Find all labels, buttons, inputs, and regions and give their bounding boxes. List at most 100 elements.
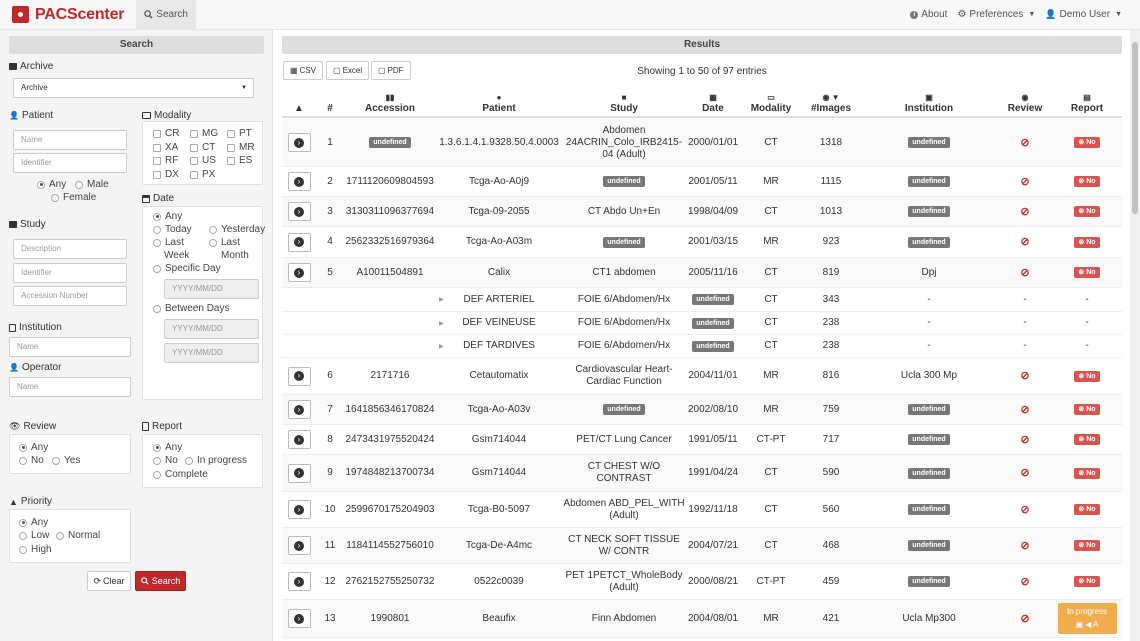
- priority-any-radio[interactable]: Any: [19, 517, 48, 528]
- date-last-month-radio[interactable]: Last: [209, 237, 240, 248]
- modality-mg-checkbox[interactable]: MG: [190, 128, 218, 139]
- date-today-radio[interactable]: Today: [153, 224, 192, 235]
- eye-slash-icon[interactable]: ⊘: [1020, 504, 1029, 516]
- report-no-radio[interactable]: No: [153, 455, 178, 466]
- eye-slash-icon[interactable]: ⊘: [1020, 206, 1029, 218]
- preferences-menu[interactable]: ⚙ Preferences ▼: [957, 9, 1035, 20]
- report-status-badge[interactable]: ⊗ No: [1074, 206, 1100, 217]
- report-column-header[interactable]: ▤ Report: [1052, 84, 1122, 118]
- date-column-header[interactable]: ▦ Date: [686, 84, 740, 118]
- open-study-button[interactable]: ›: [287, 430, 311, 449]
- report-status-badge[interactable]: ⊗ No: [1074, 267, 1100, 278]
- table-row[interactable]: › 13 1990801 Beaufix Finn Abdomen 2004/08/01 M…: [282, 600, 1122, 638]
- user-menu[interactable]: 👤 Demo User ▼: [1045, 9, 1122, 20]
- open-study-button[interactable]: ›: [287, 463, 311, 483]
- open-study-button[interactable]: ›: [287, 400, 311, 419]
- table-row[interactable]: › 3 3130311096377694 Tcga-09-2055 CT Abdo Un…: [282, 197, 1122, 227]
- date-any-radio[interactable]: Any: [153, 211, 182, 222]
- table-row[interactable]: › 5 A10011504891 Calix CT1 abdomen 2005/11/16…: [282, 258, 1122, 288]
- modality-dx-checkbox[interactable]: DX: [153, 169, 179, 180]
- date-yesterday-radio[interactable]: Yesterday: [209, 224, 265, 235]
- open-study-button[interactable]: ›: [287, 133, 311, 152]
- modality-rf-checkbox[interactable]: RF: [153, 155, 178, 166]
- report-status-badge[interactable]: ⊗ No: [1074, 504, 1100, 515]
- page-scrollbar[interactable]: [1130, 30, 1140, 641]
- open-study-button[interactable]: ›: [287, 366, 311, 386]
- open-study-button[interactable]: ›: [287, 202, 311, 221]
- eye-slash-icon[interactable]: ⊘: [1020, 267, 1029, 279]
- modality-column-header[interactable]: ▭ Modality: [740, 84, 802, 118]
- report-status-badge[interactable]: ⊗ No: [1074, 404, 1100, 415]
- modality-cr-checkbox[interactable]: CR: [153, 128, 179, 139]
- review-any-radio[interactable]: Any: [19, 442, 48, 453]
- about-link[interactable]: i About: [910, 9, 947, 20]
- date-last-week-radio[interactable]: Last: [153, 237, 184, 248]
- open-study-button[interactable]: ›: [287, 536, 311, 555]
- report-status-badge[interactable]: ⊗ No: [1074, 370, 1100, 382]
- clear-button[interactable]: ⟳ Clear: [87, 571, 131, 591]
- series-row[interactable]: ▶ DEF VEINEUSE FOIE 6/Abdomen/Hx undefined C…: [282, 312, 1122, 335]
- report-in-progress-radio[interactable]: In progress: [185, 455, 247, 466]
- patient-identifier-input[interactable]: Identifier: [13, 153, 127, 173]
- report-any-radio[interactable]: Any: [153, 442, 182, 453]
- priority-high-radio[interactable]: High: [19, 544, 52, 555]
- between-end-input[interactable]: YYYY/MM/DD: [164, 343, 259, 363]
- modality-es-checkbox[interactable]: ES: [227, 155, 252, 166]
- table-row[interactable]: › 7 1641856346170824 Tcga-Ao-A03v undefined 2…: [282, 395, 1122, 425]
- table-row[interactable]: › 11 1184114552756010 Tcga-De-A4mc CT NECK S…: [282, 528, 1122, 564]
- review-yes-radio[interactable]: Yes: [52, 455, 80, 466]
- archive-select[interactable]: Archive ▼: [13, 78, 254, 98]
- report-status-badge[interactable]: ⊗ No: [1074, 236, 1100, 248]
- sex-any-radio[interactable]: Any: [37, 179, 66, 190]
- date-between-radio[interactable]: Between Days: [153, 303, 229, 314]
- priority-low-radio[interactable]: Low: [19, 530, 49, 541]
- table-row[interactable]: › 4 2562332516979364 Tcga-Ao-A03m undefined 2…: [282, 227, 1122, 258]
- between-start-input[interactable]: YYYY/MM/DD: [164, 319, 259, 339]
- series-row[interactable]: ▶ DEF TARDIVES FOIE 6/Abdomen/Hx undefined C…: [282, 335, 1122, 358]
- eye-slash-icon[interactable]: ⊘: [1020, 236, 1029, 248]
- open-study-button[interactable]: ›: [287, 500, 311, 519]
- priority-normal-radio[interactable]: Normal: [56, 530, 100, 541]
- eye-slash-icon[interactable]: ⊘: [1020, 434, 1029, 446]
- eye-slash-icon[interactable]: ⊘: [1020, 176, 1029, 188]
- study-description-input[interactable]: Description: [13, 239, 127, 259]
- open-study-button[interactable]: ›: [287, 609, 311, 628]
- specific-date-input[interactable]: YYYY/MM/DD: [164, 279, 259, 299]
- institution-name-input[interactable]: Name: [9, 337, 131, 357]
- study-identifier-input[interactable]: Identifier: [13, 263, 127, 283]
- eye-slash-icon[interactable]: ⊘: [1020, 137, 1029, 149]
- nav-search-link[interactable]: Search: [136, 0, 196, 30]
- eye-slash-icon[interactable]: ⊘: [1020, 467, 1029, 479]
- eye-slash-icon[interactable]: ⊘: [1020, 540, 1029, 552]
- eye-slash-icon[interactable]: ⊘: [1020, 613, 1029, 625]
- table-row[interactable]: › 1 undefined 1.3.6.1.4.1.9328.50.4.0003 Abd…: [282, 119, 1122, 167]
- report-status-badge[interactable]: ⊗ No: [1074, 467, 1100, 479]
- modality-us-checkbox[interactable]: US: [190, 155, 216, 166]
- table-row[interactable]: › 8 2473431975520424 Gsm714044 PET/CT Lung C…: [282, 425, 1122, 455]
- scrollbar-thumb[interactable]: [1132, 42, 1138, 214]
- patient-column-header[interactable]: ● Patient: [436, 84, 562, 118]
- report-complete-radio[interactable]: Complete: [153, 469, 208, 480]
- images-column-header[interactable]: ◉ ▼ #Images: [802, 84, 860, 118]
- modality-mr-checkbox[interactable]: MR: [227, 142, 255, 153]
- brand-logo[interactable]: PACScenter: [0, 0, 132, 30]
- sex-female-radio[interactable]: Female: [51, 192, 96, 203]
- open-study-button[interactable]: ›: [287, 572, 311, 591]
- table-row[interactable]: › 9 1974848213700734 Gsm714044 CT CHEST W/O …: [282, 455, 1122, 492]
- accession-number-input[interactable]: Accession Number: [13, 286, 127, 306]
- modality-px-checkbox[interactable]: PX: [190, 169, 215, 180]
- study-column-header[interactable]: ■ Study: [562, 84, 686, 118]
- review-no-radio[interactable]: No: [19, 455, 44, 466]
- open-study-button[interactable]: ›: [287, 232, 311, 252]
- num-column-header[interactable]: #: [316, 84, 344, 118]
- review-column-header[interactable]: ◉ Review: [998, 84, 1052, 118]
- modality-ct-checkbox[interactable]: CT: [190, 142, 215, 153]
- eye-slash-icon[interactable]: ⊘: [1020, 370, 1029, 382]
- date-specific-radio[interactable]: Specific Day: [153, 263, 221, 274]
- report-status-badge[interactable]: ⊗ No: [1074, 540, 1100, 551]
- table-row[interactable]: › 12 2762152755250732 0522c0039 PET 1PETCT_W…: [282, 564, 1122, 600]
- table-row[interactable]: › 2 1711120609804593 Tcga-Ao-A0j9 undefined 2…: [282, 167, 1122, 197]
- operator-name-input[interactable]: Name: [9, 377, 131, 397]
- eye-slash-icon[interactable]: ⊘: [1020, 576, 1029, 588]
- open-study-button[interactable]: ›: [287, 172, 311, 191]
